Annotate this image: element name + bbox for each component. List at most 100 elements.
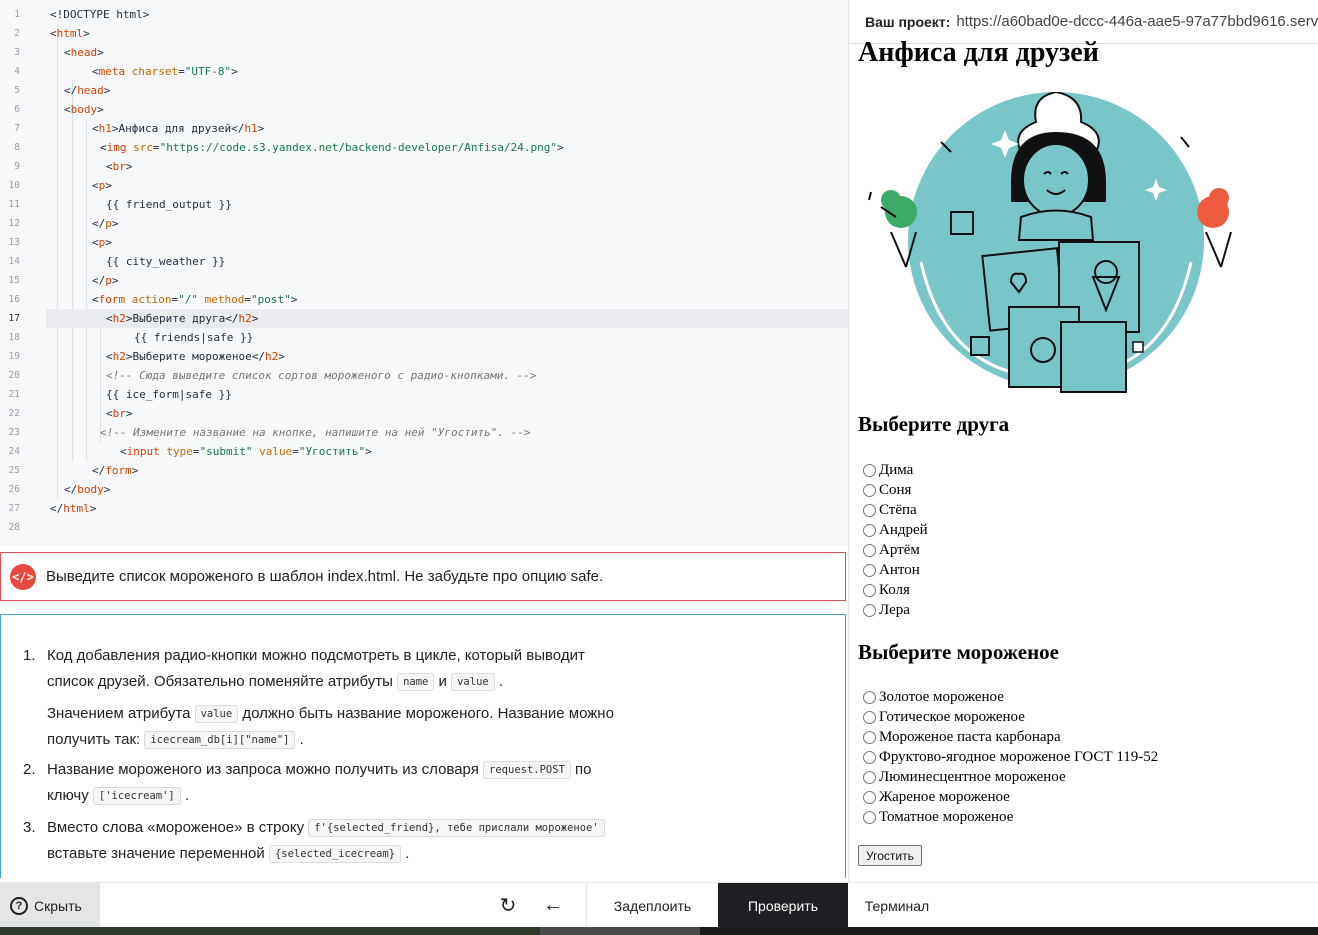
line-number: 1 — [14, 9, 20, 20]
inline-code: request.POST — [483, 761, 571, 780]
radio-button[interactable] — [863, 483, 876, 497]
code-line[interactable]: 18 {{ friends|safe }} — [0, 328, 848, 347]
friend-option[interactable]: Лера — [863, 600, 910, 620]
line-number: 28 — [8, 522, 20, 533]
code-line[interactable]: 6 <body> — [0, 100, 848, 119]
radio-button[interactable] — [863, 730, 876, 744]
code-line[interactable]: 7 <h1>Анфиса для друзей</h1> — [0, 119, 848, 138]
code-line[interactable]: 15 </p> — [0, 271, 848, 290]
code-line[interactable]: 4 <meta charset="UTF-8"> — [0, 62, 848, 81]
friend-option[interactable]: Соня — [863, 480, 911, 500]
line-number: 2 — [14, 28, 20, 39]
code-token: > — [556, 141, 564, 154]
code-line[interactable]: 16 <form action="/" method="post"> — [0, 290, 848, 309]
code-token: input — [126, 445, 160, 458]
friend-option[interactable]: Стёпа — [863, 500, 917, 520]
line-number: 27 — [8, 503, 20, 514]
line-number: 23 — [8, 427, 20, 438]
code-line[interactable]: 28 — [0, 518, 848, 537]
code-editor[interactable]: 1 <!DOCTYPE html> 2 <html> 3 <head> 4 <meta cha… — [0, 0, 848, 545]
icecream-option[interactable]: Фруктово-ягодное мороженое ГОСТ 119-52 — [863, 747, 1158, 767]
inline-code: name — [397, 673, 435, 692]
radio-button[interactable] — [863, 810, 876, 824]
icecream-label: Мороженое паста карбонара — [879, 728, 1061, 745]
radio-button[interactable] — [863, 750, 876, 764]
code-token: "submit" — [199, 445, 253, 458]
code-token: < — [50, 27, 57, 40]
code-line[interactable]: 10 <p> — [0, 176, 848, 195]
icecream-option[interactable]: Золотое мороженое — [863, 687, 1004, 707]
radio-button[interactable] — [863, 583, 876, 597]
radio-button[interactable] — [863, 710, 876, 724]
radio-button[interactable] — [863, 603, 876, 617]
code-line[interactable]: 14 {{ city_weather }} — [0, 252, 848, 271]
code-line[interactable]: 17 <h2>Выберите друга</h2> — [9, 309, 848, 328]
arrow-left-icon: ← — [543, 894, 563, 916]
code-line[interactable]: 8 <img src="https://code.s3.yandex.net/ba… — [0, 138, 848, 157]
code-token: > — [365, 445, 372, 458]
icecream-label: Люминесцентное мороженое — [879, 768, 1066, 785]
check-button[interactable]: Проверить — [718, 883, 848, 928]
back-button[interactable]: ← — [535, 883, 571, 928]
code-text: <meta charset="UTF-8"> — [92, 62, 238, 81]
friend-option[interactable]: Дима — [863, 460, 913, 480]
code-token: action — [131, 293, 172, 306]
code-line[interactable]: 26 </body> — [0, 480, 848, 499]
deploy-button[interactable]: Задеплоить — [586, 883, 718, 928]
friend-option[interactable]: Коля — [863, 580, 910, 600]
code-token: <!DOCTYPE html> — [50, 8, 150, 21]
code-line[interactable]: 13 <p> — [0, 233, 848, 252]
code-line[interactable]: 24 <input type="submit" value="Угостить"> — [0, 442, 848, 461]
radio-button[interactable] — [863, 523, 876, 537]
code-line[interactable]: 22 <br> — [0, 404, 848, 423]
code-line[interactable]: 27 </html> — [0, 499, 848, 518]
error-banner: </> Выведите список мороженого в шаблон … — [0, 552, 846, 601]
code-line[interactable]: 2 <html> — [0, 24, 848, 43]
code-token: > — [290, 293, 298, 306]
code-line[interactable]: 23 <!-- Измените название на кнопке, напи… — [0, 423, 848, 442]
radio-button[interactable] — [863, 690, 876, 704]
icecream-option[interactable]: Мороженое паста карбонара — [863, 727, 1061, 747]
code-token: > — [105, 179, 112, 192]
code-line[interactable]: 20 <!-- Сюда выведите список сортов морож… — [0, 366, 848, 385]
radio-button[interactable] — [863, 463, 876, 477]
code-line[interactable]: 3 <head> — [0, 43, 848, 62]
treat-submit-button[interactable]: Угостить — [858, 845, 922, 866]
icecream-option[interactable]: Люминесцентное мороженое — [863, 767, 1066, 787]
radio-button[interactable] — [863, 563, 876, 577]
hint-number: 3. — [23, 819, 36, 836]
code-token: meta — [98, 65, 126, 78]
radio-button[interactable] — [863, 770, 876, 784]
code-line[interactable]: 1 <!DOCTYPE html> — [0, 5, 848, 24]
terminal-tab[interactable]: Терминал — [848, 883, 946, 928]
hide-button[interactable]: ? Скрыть — [0, 883, 100, 928]
icecream-option[interactable]: Томатное мороженое — [863, 807, 1013, 827]
code-line[interactable]: 9 <br> — [0, 157, 848, 176]
icecream-option[interactable]: Жареное мороженое — [863, 787, 1010, 807]
reset-button[interactable]: ↻ — [490, 883, 526, 928]
code-line[interactable]: 21 {{ ice_form|safe }} — [0, 385, 848, 404]
code-text: <br> — [106, 404, 133, 423]
friend-option[interactable]: Артём — [863, 540, 920, 560]
inline-code: ['icecream'] — [92, 787, 181, 806]
radio-button[interactable] — [863, 503, 876, 517]
code-line[interactable]: 25 </form> — [0, 461, 848, 480]
radio-button[interactable] — [863, 790, 876, 804]
code-token: </ — [92, 217, 106, 230]
code-line[interactable]: 19 <h2>Выберите мороженое</h2> — [0, 347, 848, 366]
project-url[interactable]: https://a60bad0e-dccc-446a-aae5-97a77bbd… — [956, 13, 1318, 30]
friend-option[interactable]: Андрей — [863, 520, 928, 540]
code-text: <body> — [64, 100, 104, 119]
radio-button[interactable] — [863, 543, 876, 557]
code-token: > — [231, 65, 238, 78]
icecream-option[interactable]: Готическое мороженое — [863, 707, 1025, 727]
friend-option[interactable]: Антон — [863, 560, 920, 580]
code-line[interactable]: 5 </head> — [0, 81, 848, 100]
friend-label: Андрей — [879, 521, 928, 538]
code-line[interactable]: 12 </p> — [0, 214, 848, 233]
page-title: Анфиса для друзей — [858, 37, 1099, 68]
code-line[interactable]: 11 {{ friend_output }} — [0, 195, 848, 214]
code-text: {{ city_weather }} — [106, 252, 225, 271]
line-number: 15 — [8, 275, 20, 286]
